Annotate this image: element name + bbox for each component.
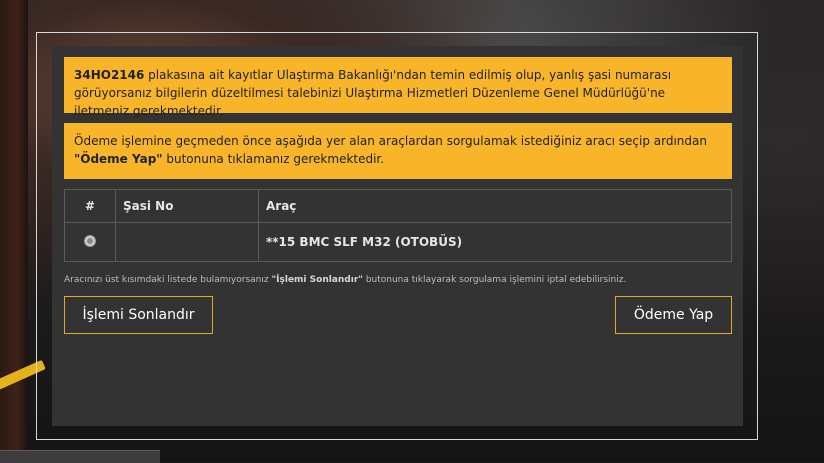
row-select-cell[interactable] [64,222,116,262]
cancel-hint-before: Aracınızı üst kısımdaki listede bulamıyo… [64,275,272,285]
notice-plate-text: plakasına ait kayıtlar Ulaştırma Bakanlı… [74,68,672,118]
row-arac: **15 BMC SLF M32 (OTOBÜS) [258,222,732,262]
row-sasi-no [115,222,259,262]
notice-payment-button-ref: "Ödeme Yap" [74,152,163,166]
cancel-button[interactable]: İşlemi Sonlandır [64,296,213,334]
table-row[interactable]: **15 BMC SLF M32 (OTOBÜS) [64,222,732,262]
column-header-sasi-no: Şasi No [115,189,259,223]
vehicle-table: # Şasi No Araç **15 BMC SLF M32 (OTOBÜS) [64,189,732,262]
pay-button[interactable]: Ödeme Yap [615,296,732,334]
background-bottom-bar [0,450,160,463]
table-header-row: # Şasi No Araç [64,189,732,223]
notice-payment-info: Ödeme işlemine geçmeden önce aşağıda yer… [64,123,732,179]
notice-payment-text-after: butonuna tıklamanız gerekmektedir. [162,152,385,166]
vehicle-select-radio[interactable] [84,234,96,247]
column-header-hash: # [64,189,116,223]
notice-plate: 34HO2146 [74,68,145,82]
background-left-strip [0,0,28,462]
notice-payment-text-before: Ödeme işlemine geçmeden önce aşağıda yer… [74,134,707,148]
cancel-hint-button-ref: "İşlemi Sonlandır" [271,275,363,285]
notice-plate-info: 34HO2146 plakasına ait kayıtlar Ulaştırm… [64,57,732,118]
column-header-arac: Araç [258,189,732,223]
cancel-hint-after: butonuna tıklayarak sorgulama işlemini i… [362,275,627,285]
cancel-hint: Aracınızı üst kısımdaki listede bulamıyo… [64,274,732,286]
